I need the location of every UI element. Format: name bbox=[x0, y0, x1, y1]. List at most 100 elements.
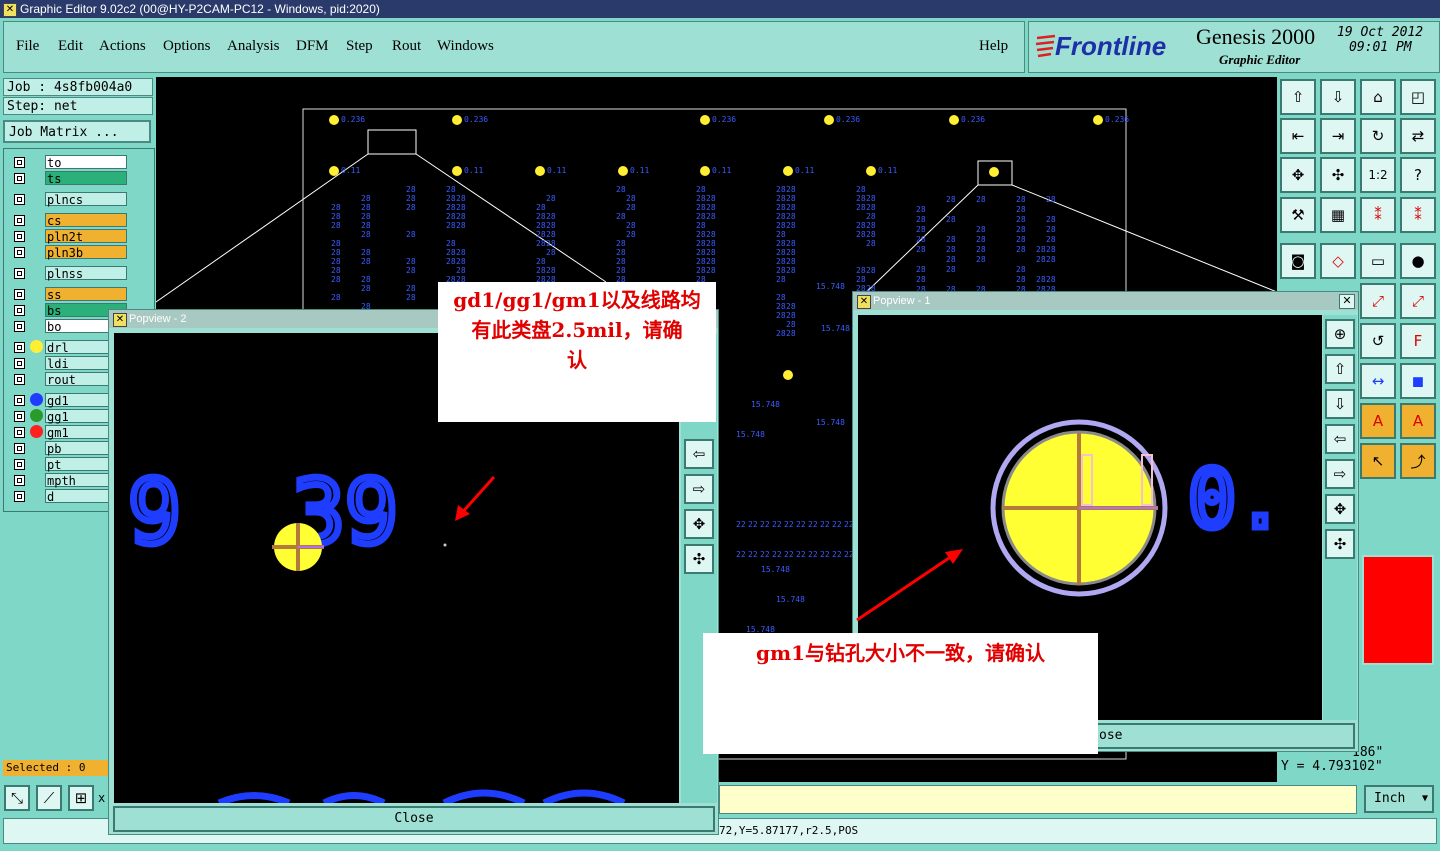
layer-checkbox[interactable] bbox=[14, 231, 25, 242]
menu-edit[interactable]: Edit bbox=[58, 38, 83, 55]
layer-checkbox[interactable] bbox=[14, 268, 25, 279]
menu-rout[interactable]: Rout bbox=[392, 38, 421, 55]
measure-icon[interactable]: ⟋ bbox=[36, 785, 62, 811]
layer-checkbox[interactable] bbox=[14, 411, 25, 422]
job-matrix-button[interactable]: Job Matrix ... bbox=[3, 120, 151, 143]
command-input[interactable] bbox=[719, 785, 1357, 814]
layer-checkbox[interactable] bbox=[14, 173, 25, 184]
ruler-icon[interactable]: ▭ bbox=[1360, 243, 1396, 279]
undo-arc-icon[interactable]: ↺ bbox=[1360, 323, 1396, 359]
scale-one-to-two-icon[interactable]: 1:2 bbox=[1360, 157, 1396, 193]
layer-name[interactable]: plncs bbox=[45, 192, 127, 206]
menu-help[interactable]: Help bbox=[979, 38, 1008, 55]
edit-shape-icon[interactable]: ◇ bbox=[1320, 243, 1356, 279]
help-query-icon[interactable]: ? bbox=[1400, 157, 1436, 193]
pad-label: 28 bbox=[786, 257, 796, 266]
grid-snap-icon[interactable]: ⊞ bbox=[68, 785, 94, 811]
layer-checkbox[interactable] bbox=[14, 157, 25, 168]
popview-2-close-button[interactable]: Close bbox=[113, 806, 715, 832]
move-left-icon[interactable]: ⇤ bbox=[1280, 118, 1316, 154]
layer-checkbox[interactable] bbox=[14, 358, 25, 369]
arrow-left-icon[interactable]: ⇦ bbox=[684, 439, 714, 469]
arrow-down-icon[interactable]: ⇩ bbox=[1325, 389, 1355, 419]
zoom-fit-icon[interactable]: ✥ bbox=[1325, 494, 1355, 524]
close-icon[interactable]: ✕ bbox=[1339, 294, 1355, 309]
route-path-icon[interactable]: ⤴ bbox=[1400, 443, 1436, 479]
triangle-a-2-icon[interactable]: A bbox=[1400, 403, 1436, 439]
layer-row-ss[interactable]: ss bbox=[12, 287, 128, 302]
pan-icon[interactable]: ✣ bbox=[684, 544, 714, 574]
select-arrow-icon[interactable]: ↖ bbox=[1360, 443, 1396, 479]
layer-checkbox[interactable] bbox=[14, 215, 25, 226]
window-app-icon[interactable]: ✕ bbox=[3, 3, 17, 17]
layer-row-plncs[interactable]: plncs bbox=[12, 192, 128, 207]
layer-checkbox[interactable] bbox=[14, 247, 25, 258]
units-select[interactable]: Inch ▼ bbox=[1364, 785, 1434, 813]
pan-icon[interactable]: ✣ bbox=[1325, 529, 1355, 559]
grid-icon[interactable]: ▦ bbox=[1320, 197, 1356, 233]
open-step-icon[interactable]: ⇧ bbox=[1280, 79, 1316, 115]
window-split-icon[interactable]: ◰ bbox=[1400, 79, 1436, 115]
dimension-icon[interactable]: ↔ bbox=[1360, 363, 1396, 399]
layer-row-pln2t[interactable]: pln2t bbox=[12, 229, 128, 244]
arrow-right-icon[interactable]: ⇨ bbox=[1325, 459, 1355, 489]
arrow-right-icon[interactable]: ⇨ bbox=[684, 474, 714, 504]
layer-checkbox[interactable] bbox=[14, 194, 25, 205]
camera-snapshot-icon[interactable]: ◙ bbox=[1280, 243, 1316, 279]
layer-checkbox[interactable] bbox=[14, 321, 25, 332]
layer-row-ts[interactable]: ts bbox=[12, 171, 128, 186]
popview-1-close-button[interactable]: ose bbox=[1093, 723, 1355, 749]
tools-icon[interactable]: ⚒ bbox=[1280, 197, 1316, 233]
zoom-box-icon[interactable]: ⤡ bbox=[4, 785, 30, 811]
dot-select-icon[interactable]: ● bbox=[1400, 243, 1436, 279]
layer-name[interactable]: plnss bbox=[45, 266, 127, 280]
home-icon[interactable]: ⌂ bbox=[1360, 79, 1396, 115]
net-display-icon[interactable]: ⁑ bbox=[1360, 197, 1396, 233]
layer-checkbox[interactable] bbox=[14, 342, 25, 353]
connect-points-icon[interactable]: ⤢ bbox=[1400, 283, 1436, 319]
pad-label: 28 bbox=[1046, 215, 1056, 224]
connect-points-2-icon[interactable]: ⤢ bbox=[1360, 283, 1396, 319]
pad-label: 15.748 bbox=[736, 430, 765, 439]
shapes-icon[interactable]: ◼ bbox=[1400, 363, 1436, 399]
menu-step[interactable]: Step bbox=[346, 38, 373, 55]
layer-name[interactable]: pln2t bbox=[45, 229, 127, 243]
layer-name[interactable]: cs bbox=[45, 213, 127, 227]
arrow-up-icon[interactable]: ⇧ bbox=[1325, 354, 1355, 384]
arrow-left-icon[interactable]: ⇦ bbox=[1325, 424, 1355, 454]
layer-checkbox[interactable] bbox=[14, 443, 25, 454]
layer-checkbox[interactable] bbox=[14, 491, 25, 502]
layer-checkbox[interactable] bbox=[14, 395, 25, 406]
layer-checkbox[interactable] bbox=[14, 289, 25, 300]
menu-windows[interactable]: Windows bbox=[437, 38, 494, 55]
zoom-fit-icon[interactable]: ✥ bbox=[1280, 157, 1316, 193]
layer-row-cs[interactable]: cs bbox=[12, 213, 128, 228]
layer-checkbox[interactable] bbox=[14, 427, 25, 438]
layer-name[interactable]: pln3b bbox=[45, 245, 127, 259]
menu-dfm[interactable]: DFM bbox=[296, 38, 329, 55]
move-right-icon[interactable]: ⇥ bbox=[1320, 118, 1356, 154]
menu-actions[interactable]: Actions bbox=[99, 38, 146, 55]
feature-filter-icon[interactable]: F bbox=[1400, 323, 1436, 359]
layer-checkbox[interactable] bbox=[14, 459, 25, 470]
layer-checkbox[interactable] bbox=[14, 374, 25, 385]
layer-name[interactable]: to bbox=[45, 155, 127, 169]
net-compare-icon[interactable]: ⁑ bbox=[1400, 197, 1436, 233]
menu-options[interactable]: Options bbox=[163, 38, 211, 55]
layer-checkbox[interactable] bbox=[14, 305, 25, 316]
zoom-in-icon[interactable]: ⊕ bbox=[1325, 319, 1355, 349]
rotate-icon[interactable]: ↻ bbox=[1360, 118, 1396, 154]
swap-icon[interactable]: ⇄ bbox=[1400, 118, 1436, 154]
save-icon[interactable]: ⇩ bbox=[1320, 79, 1356, 115]
layer-row-pln3b[interactable]: pln3b bbox=[12, 245, 128, 260]
zoom-fit-icon[interactable]: ✥ bbox=[684, 509, 714, 539]
layer-row-to[interactable]: to bbox=[12, 155, 128, 170]
triangle-a-icon[interactable]: A bbox=[1360, 403, 1396, 439]
layer-name[interactable]: ts bbox=[45, 171, 127, 185]
layer-row-plnss[interactable]: plnss bbox=[12, 266, 128, 281]
menu-analysis[interactable]: Analysis bbox=[227, 38, 280, 55]
layer-checkbox[interactable] bbox=[14, 475, 25, 486]
menu-file[interactable]: File bbox=[16, 38, 39, 55]
pan-icon[interactable]: ✣ bbox=[1320, 157, 1356, 193]
layer-name[interactable]: ss bbox=[45, 287, 127, 301]
